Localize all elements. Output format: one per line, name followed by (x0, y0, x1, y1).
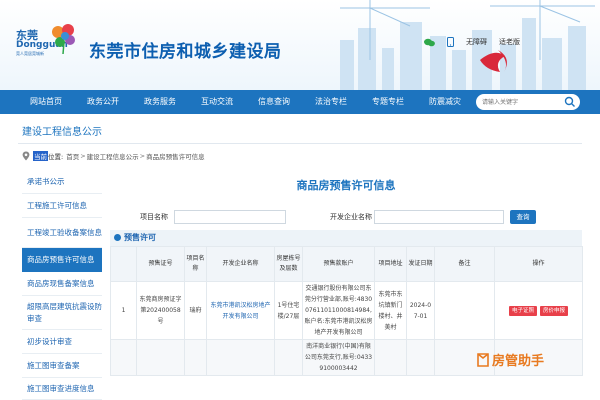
table-header-row: 预售证号 项目名称 开发企业名称 房屋栋号及层数 预售款账户 项目地址 发证日期… (110, 246, 583, 282)
sidebar-item-drawing-filing[interactable]: 施工图审查备案 (22, 354, 102, 378)
watermark: 房管助手 (476, 350, 544, 369)
breadcrumb-separator: > (80, 152, 86, 160)
table-row: 1 东莞商房预证字第202400058号 瑞府 东莞市港凯汉松房地产开发有限公司… (110, 281, 583, 340)
col-header-developer: 开发企业名称 (206, 246, 275, 282)
nav-item-gov-open[interactable]: 政务公开 (87, 90, 119, 114)
breadcrumb-page[interactable]: 商品房预售许可信息 (146, 151, 205, 161)
cell-remark (434, 281, 495, 340)
cell-project: 瑞府 (184, 281, 207, 340)
e-certificate-button[interactable]: 电子证照 (508, 306, 537, 316)
section-divider (18, 143, 582, 144)
page-title: 商品房预售许可信息 (296, 179, 396, 192)
cell-address: 东莞市东坑镇新门楼村、井美村 (374, 281, 407, 340)
nav-item-earthquake[interactable]: 防震减灾 (429, 90, 461, 114)
developer-name-label: 开发企业名称 (330, 213, 372, 221)
cell-developer[interactable]: 东莞市港凯汉松房地产开发有限公司 (206, 281, 275, 340)
site-header: 东莞 Dongguan 莞人莞居莞城新 东莞市住房和城乡建设局 无障碍 适老版 (0, 0, 600, 90)
sidebar-item-commitment[interactable]: 承诺书公示 (22, 170, 102, 194)
nav-item-interaction[interactable]: 互动交流 (201, 90, 233, 114)
presale-subheading: 预售许可 (124, 233, 156, 242)
query-button[interactable]: 查询 (510, 210, 536, 224)
cell-project (184, 339, 207, 376)
sidebar-item-construction-permit[interactable]: 工程施工许可信息 (22, 194, 102, 218)
col-header-index (110, 246, 137, 282)
sidebar-item-drawing-progress[interactable]: 施工图审查进度信息 (22, 378, 102, 400)
wechat-icon[interactable] (424, 38, 435, 47)
elder-mode-link[interactable]: 适老版 (499, 37, 520, 47)
breadcrumb-current-marker: 当前 (33, 151, 48, 161)
col-header-address: 项目地址 (374, 246, 407, 282)
col-header-building: 房屋栋号及层数 (274, 246, 303, 282)
cell-building (274, 339, 303, 376)
nav-item-topics[interactable]: 专题专栏 (372, 90, 404, 114)
cell-date: 2024-07-01 (406, 281, 435, 340)
cell-cert-no (136, 339, 185, 376)
subheading-bullet-icon (114, 234, 121, 241)
sidebar-item-seismic-review[interactable]: 超限高层建筑抗震设防审查 (22, 296, 102, 330)
cell-building: 1号住宅楼/27层 (274, 281, 303, 340)
col-header-remark: 备注 (434, 246, 495, 282)
cell-account: 南洋商业银行(中国)有限公司东莞支行,账号:04339100003442 (302, 339, 375, 376)
cell-date (406, 339, 435, 376)
breadcrumb-separator: > (139, 152, 146, 160)
breadcrumb-home[interactable]: 首页 (66, 151, 79, 161)
search-input[interactable] (482, 96, 562, 108)
section-title: 建设工程信息公示 (22, 127, 102, 138)
site-title: 东莞市住房和城乡建设局 (89, 42, 282, 62)
sidebar-item-preliminary-design[interactable]: 初步设计审查 (22, 330, 102, 354)
col-header-project: 项目名称 (184, 246, 207, 282)
cell-actions: 电子证照 房价申报 (494, 281, 583, 340)
header-tools: 无障碍 适老版 (424, 37, 520, 47)
presale-subheading-bar: 预售许可 (110, 230, 582, 246)
developer-name-input[interactable] (374, 210, 504, 224)
watermark-text: 房管助手 (492, 354, 545, 369)
col-header-account: 预售款账户 (302, 246, 375, 282)
location-pin-icon (22, 151, 30, 161)
cell-index (110, 339, 137, 376)
col-header-actions: 操作 (494, 246, 583, 282)
cell-index: 1 (110, 281, 137, 340)
col-header-date: 发证日期 (406, 246, 435, 282)
cell-cert-no: 东莞商房预证字第202400058号 (136, 281, 185, 340)
project-name-input[interactable] (174, 210, 286, 224)
col-header-cert-no: 预售证号 (136, 246, 185, 282)
project-name-label: 项目名称 (140, 213, 168, 221)
search-box (476, 94, 580, 110)
cell-account: 交通银行股份有限公司东莞分行营业部,账号:4830076110110008149… (302, 281, 375, 340)
cell-developer (206, 339, 275, 376)
logo-flower-icon (52, 24, 75, 54)
main-nav: 网站首页 政务公开 政务服务 互动交流 信息查询 法治专栏 专题专栏 防震减灾 (0, 90, 600, 114)
nav-item-info-query[interactable]: 信息查询 (258, 90, 290, 114)
sidebar: 承诺书公示 工程施工许可信息 工程竣工验收备案信息 商品房预售许可信息 商品房现… (22, 170, 102, 400)
search-icon[interactable] (564, 96, 576, 108)
nav-item-gov-service[interactable]: 政务服务 (144, 90, 176, 114)
logo-tagline: 莞人莞居莞城新 (16, 51, 44, 56)
cell-address (374, 339, 407, 376)
price-declare-button[interactable]: 房价申报 (540, 306, 569, 316)
sidebar-item-presale-permit[interactable]: 商品房预售许可信息 (22, 248, 102, 272)
breadcrumb: 当前 位置: 首页 > 建设工程信息公示 > 商品房预售许可信息 (22, 151, 205, 161)
accessibility-link[interactable]: 无障碍 (466, 37, 487, 47)
breadcrumb-section[interactable]: 建设工程信息公示 (87, 151, 139, 161)
house-watermark-icon (477, 352, 489, 367)
sidebar-item-sale-filing[interactable]: 商品房现售备案信息 (22, 272, 102, 296)
mobile-icon[interactable] (447, 37, 454, 47)
filter-form: 项目名称 开发企业名称 查询 (110, 210, 582, 224)
sidebar-item-completion-filing[interactable]: 工程竣工验收备案信息 (22, 218, 102, 248)
nav-item-home[interactable]: 网站首页 (30, 90, 62, 114)
breadcrumb-label: 位置: (48, 153, 64, 161)
nav-item-law[interactable]: 法治专栏 (315, 90, 347, 114)
